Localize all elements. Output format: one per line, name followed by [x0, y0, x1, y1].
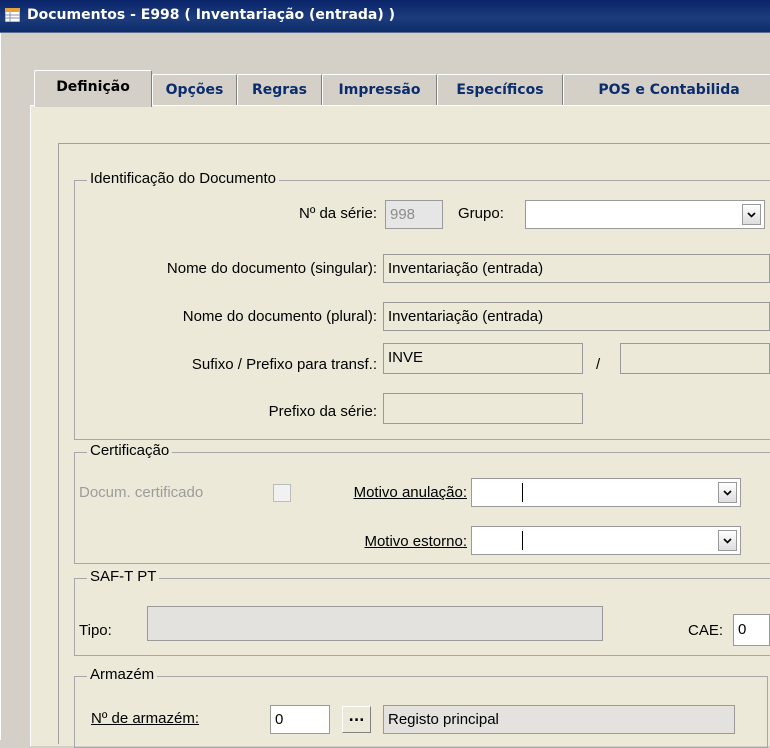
tab-impressao[interactable]: Impressão: [322, 74, 437, 105]
armazem-legend: Armazém: [87, 666, 158, 683]
grupo-select[interactable]: [525, 200, 765, 229]
tipo-field[interactable]: [147, 606, 603, 641]
nome-plural-label: Nome do documento (plural):: [182, 308, 377, 325]
serie-label: Nº da série:: [298, 205, 377, 222]
sufixo-label: Sufixo / Prefixo para transf.:: [191, 356, 377, 373]
prefixo-serie-label: Prefixo da série:: [268, 403, 377, 420]
nome-plural-field[interactable]: Inventariação (entrada): [383, 302, 770, 331]
prefixo-serie-field[interactable]: [383, 393, 583, 424]
chevron-down-icon[interactable]: [718, 530, 737, 551]
tipo-label: Tipo:: [79, 622, 112, 639]
armazem-num-field[interactable]: 0: [270, 705, 330, 734]
cae-label: CAE:: [688, 622, 724, 639]
tab-regras[interactable]: Regras: [237, 74, 322, 105]
motivo-anulacao-select[interactable]: [471, 478, 741, 507]
browse-armazem-button[interactable]: ...: [342, 706, 371, 733]
nome-singular-field[interactable]: Inventariação (entrada): [383, 254, 770, 283]
cae-field[interactable]: 0: [733, 614, 770, 646]
tab-definicao[interactable]: Definição: [34, 70, 152, 107]
grupo-label: Grupo:: [458, 205, 504, 222]
armazem-num-label: Nº de armazém:: [91, 710, 200, 727]
armazem-desc-field: Registo principal: [383, 705, 735, 734]
chevron-down-icon[interactable]: [718, 482, 737, 503]
motivo-estorno-label: Motivo estorno:: [364, 533, 467, 550]
tab-especificos[interactable]: Específicos: [437, 74, 563, 105]
prefixo-field[interactable]: [620, 343, 770, 374]
serie-field[interactable]: 998: [385, 200, 443, 229]
sufixo-separator: /: [596, 356, 601, 373]
motivo-anulacao-label: Motivo anulação:: [353, 484, 467, 501]
table-window-icon: [5, 8, 20, 22]
nome-singular-label: Nome do documento (singular):: [166, 260, 377, 277]
certificacao-legend: Certificação: [87, 442, 173, 459]
identificacao-legend: Identificação do Documento: [87, 170, 279, 187]
doc-certificado-checkbox[interactable]: [273, 484, 291, 502]
title-bar[interactable]: Documentos - E998 ( Inventariação (entra…: [0, 0, 770, 33]
tab-opcoes[interactable]: Opções: [152, 74, 237, 105]
sufixo-field[interactable]: INVE: [383, 343, 583, 374]
saft-legend: SAF-T PT: [87, 568, 160, 585]
tab-pos-contabilidade[interactable]: POS e Contabilida: [563, 74, 770, 105]
motivo-estorno-select[interactable]: [471, 526, 741, 555]
doc-certificado-label: Docum. certificado: [79, 484, 204, 501]
window-title: Documentos - E998 ( Inventariação (entra…: [27, 7, 396, 23]
chevron-down-icon[interactable]: [742, 204, 761, 225]
